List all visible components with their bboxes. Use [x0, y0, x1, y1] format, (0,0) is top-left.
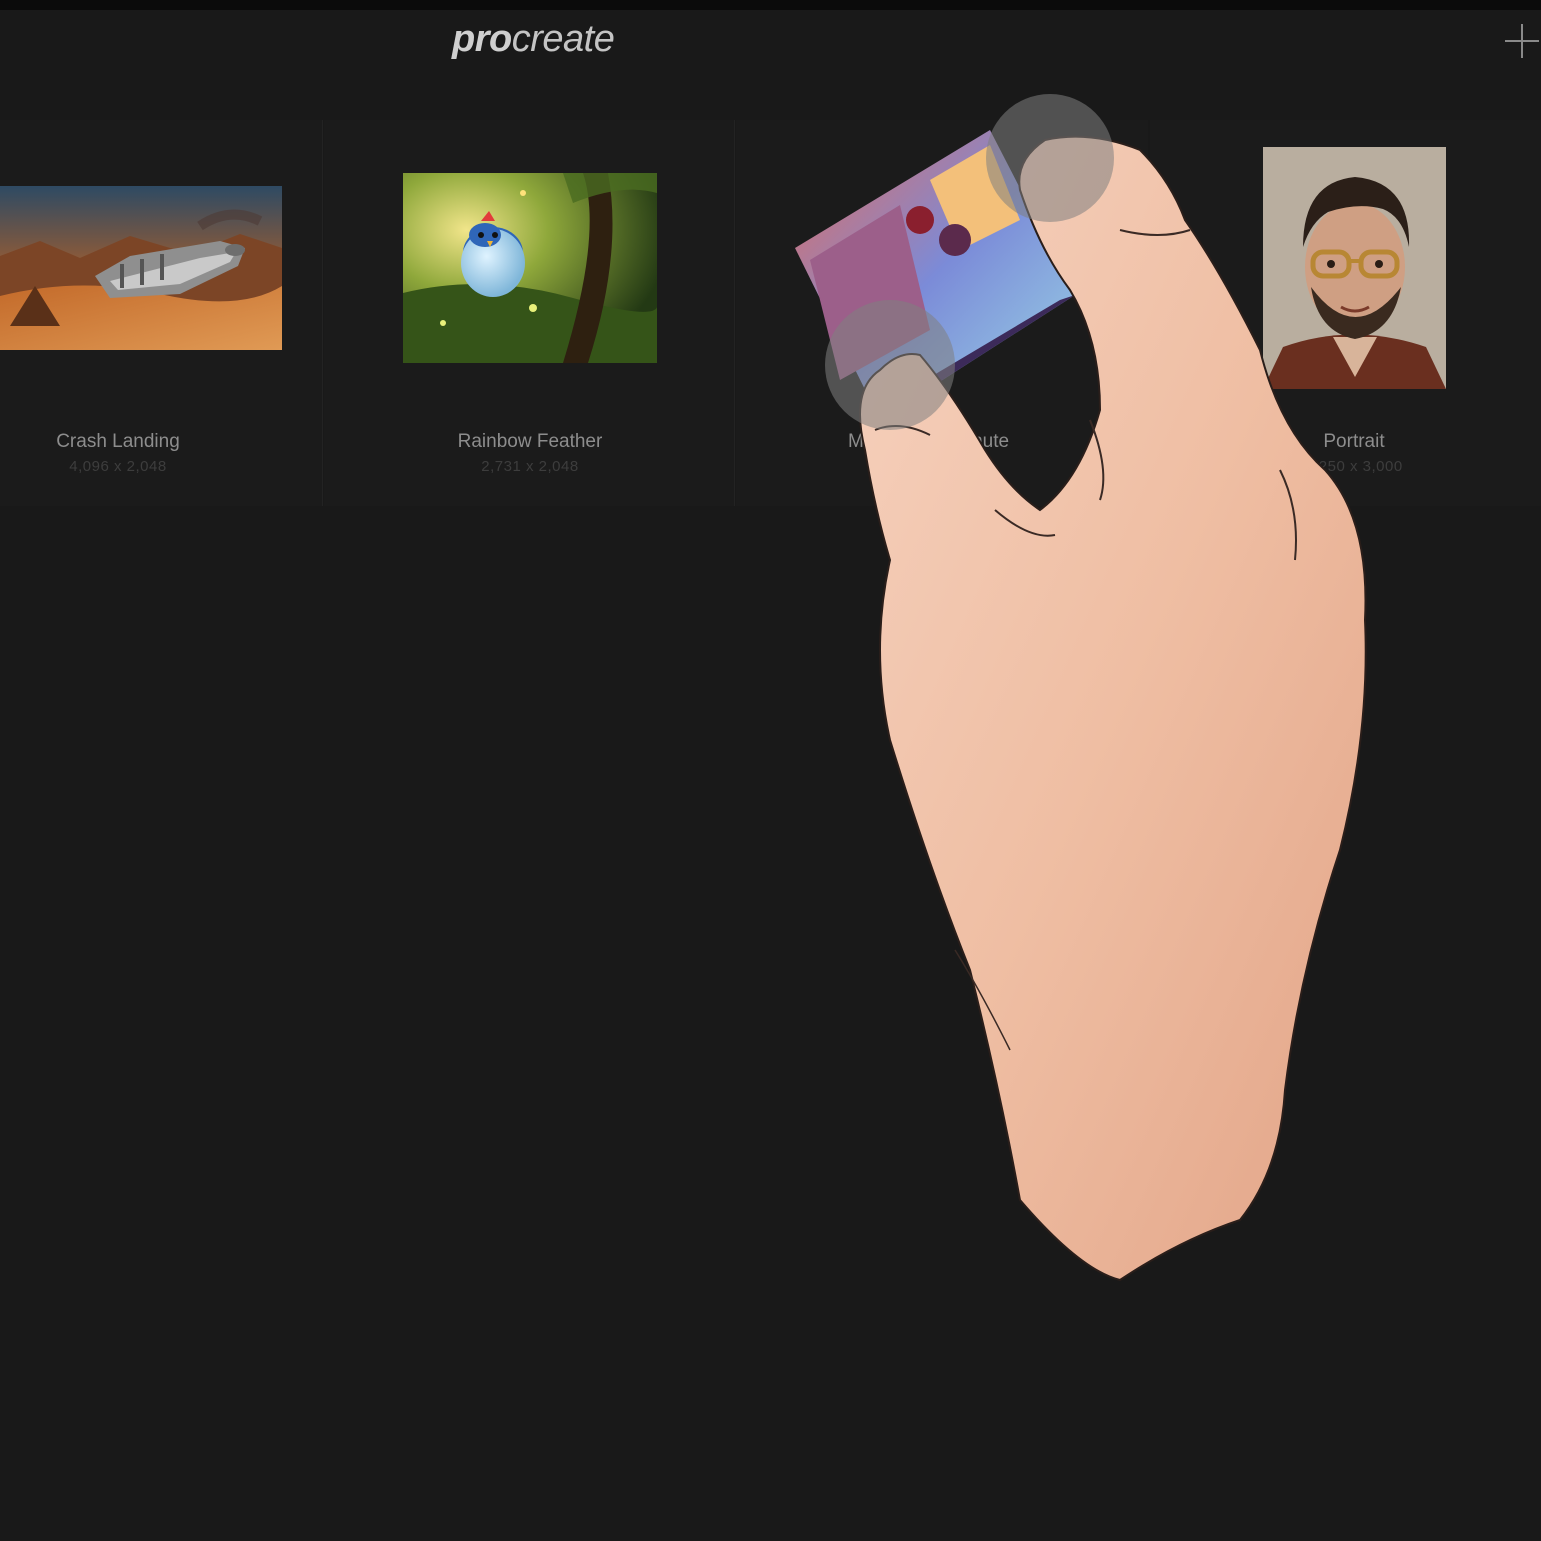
artwork-dimensions: 2,731 x 2,048 — [481, 458, 579, 475]
pinch-gesture-illustration — [795, 94, 1367, 1282]
plus-icon[interactable] — [1505, 24, 1539, 58]
logo-create: create — [511, 18, 615, 60]
artwork-thumbnail[interactable] — [403, 173, 657, 363]
tile-divider — [734, 120, 735, 506]
artwork-dimensions: 4,096 x 2,048 — [69, 458, 167, 475]
logo-pro: pro — [452, 18, 512, 60]
artwork-thumbnail[interactable] — [0, 186, 282, 350]
artwork-title: Rainbow Feather — [457, 431, 603, 452]
artwork-title: Crash Landing — [56, 431, 180, 452]
artwork-tile-crash-landing[interactable]: Crash Landing 4,096 x 2,048 — [0, 120, 322, 506]
procreate-logo: procreate — [452, 18, 615, 61]
status-bar — [0, 0, 1541, 10]
touch-indicator-icon — [825, 300, 955, 430]
tile-divider — [322, 120, 323, 506]
artwork-tile-rainbow-feather[interactable]: Rainbow Feather 2,731 x 2,048 — [324, 120, 734, 506]
touch-indicator-icon — [986, 94, 1114, 222]
